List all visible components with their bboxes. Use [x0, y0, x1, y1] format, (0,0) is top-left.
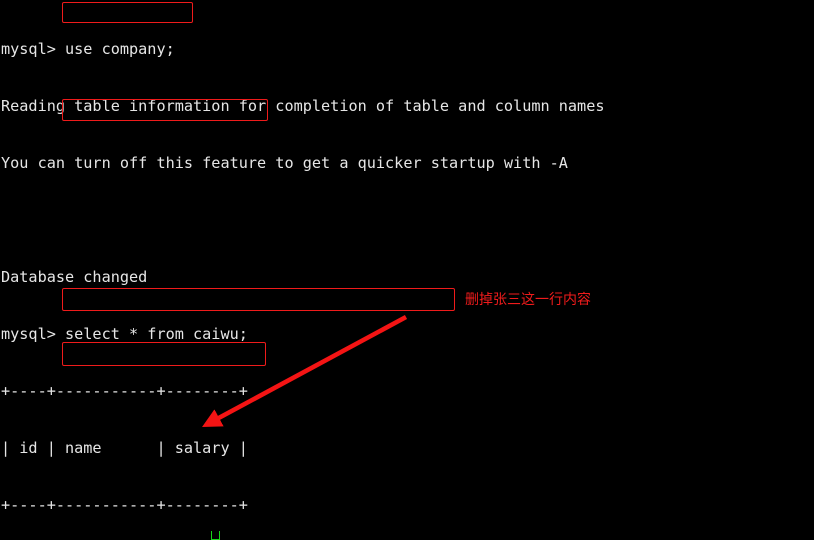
terminal-line: Database changed	[1, 268, 148, 286]
terminal-output[interactable]: mysql> use company; Reading table inform…	[0, 0, 814, 540]
terminal-line: mysql> use company;	[1, 40, 175, 58]
terminal-line: +----+-----------+--------+	[1, 382, 248, 400]
annotation-note-text: 删掉张三这一行内容	[465, 292, 591, 308]
terminal-line: mysql> select * from caiwu;	[1, 325, 248, 343]
terminal-line: You can turn off this feature to get a q…	[1, 154, 568, 172]
terminal-line: | id | name | salary |	[1, 439, 248, 457]
terminal-window[interactable]: mysql> use company; Reading table inform…	[0, 0, 814, 540]
terminal-line: Reading table information for completion…	[1, 97, 605, 115]
terminal-cursor	[211, 531, 220, 540]
terminal-line: +----+-----------+--------+	[1, 496, 248, 514]
